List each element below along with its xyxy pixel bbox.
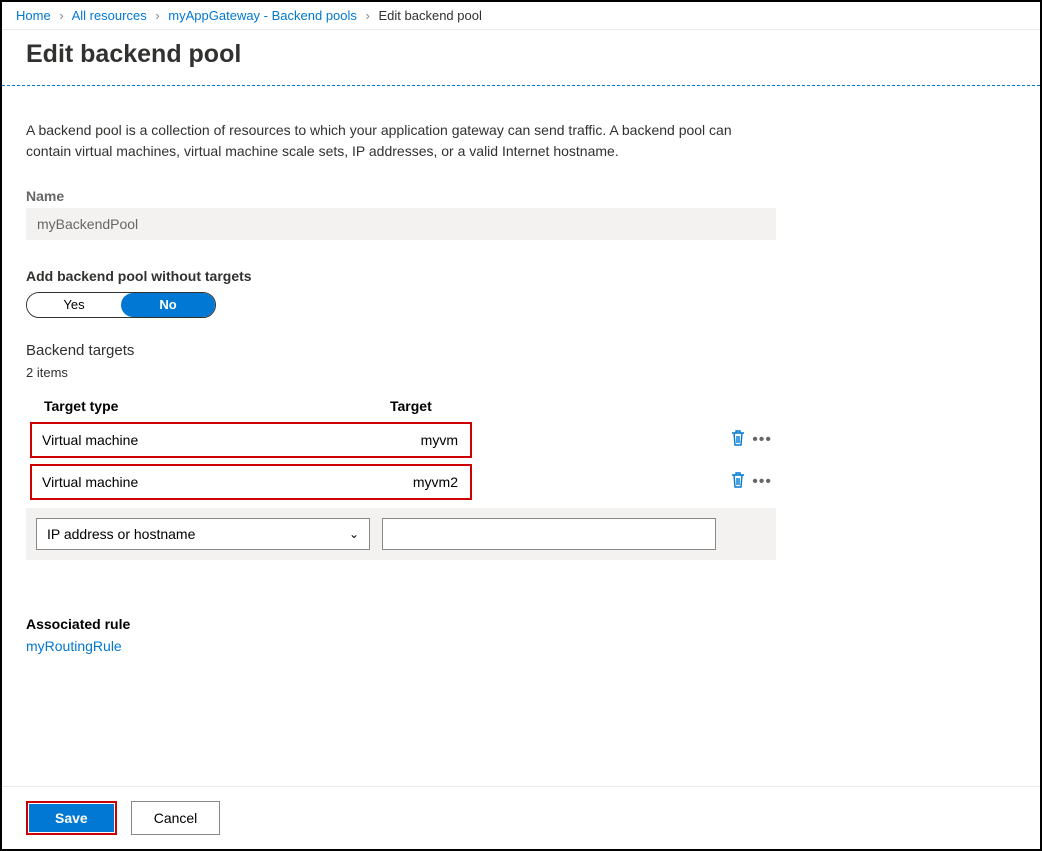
name-label: Name [26,188,1016,204]
new-target-row: IP address or hostname ⌄ [26,508,776,560]
breadcrumb-link-home[interactable]: Home [16,8,51,23]
cell-type: Virtual machine [42,474,388,490]
table-header: Target type Target [26,394,776,422]
table-row: Virtual machine myvm2 ••• [26,464,776,500]
target-type-select[interactable]: IP address or hostname ⌄ [36,518,370,550]
more-icon[interactable]: ••• [752,473,772,491]
table-row: Virtual machine myvm ••• [26,422,776,458]
delete-icon[interactable] [730,429,746,452]
associated-rule-link[interactable]: myRoutingRule [26,638,122,654]
page-title: Edit backend pool [2,30,1040,85]
target-row-highlight: Virtual machine myvm [30,422,472,458]
breadcrumb: Home › All resources › myAppGateway - Ba… [2,2,1040,30]
delete-icon[interactable] [730,471,746,494]
save-button[interactable]: Save [29,804,114,832]
col-target-type: Target type [44,398,390,414]
backend-targets-heading: Backend targets [26,342,1016,359]
chevron-right-icon: › [59,8,63,23]
without-targets-label: Add backend pool without targets [26,268,1016,284]
breadcrumb-current: Edit backend pool [379,8,482,23]
col-target: Target [390,398,776,414]
select-value: IP address or hostname [47,526,195,542]
more-icon[interactable]: ••• [752,431,772,449]
associated-rule-label: Associated rule [26,616,1016,632]
targets-table: Target type Target Virtual machine myvm … [26,394,776,560]
footer: Save Cancel [2,786,1040,849]
target-row-highlight: Virtual machine myvm2 [30,464,472,500]
save-highlight: Save [26,801,117,835]
cell-type: Virtual machine [42,432,388,448]
toggle-no[interactable]: No [121,293,215,317]
description-text: A backend pool is a collection of resour… [26,120,766,162]
chevron-right-icon: › [366,8,370,23]
breadcrumb-link-gateway[interactable]: myAppGateway - Backend pools [168,8,357,23]
without-targets-toggle[interactable]: Yes No [26,292,216,318]
cell-target: myvm [388,432,460,448]
chevron-right-icon: › [155,8,159,23]
name-input[interactable] [26,208,776,240]
breadcrumb-link-all-resources[interactable]: All resources [72,8,147,23]
chevron-down-icon: ⌄ [349,527,359,541]
item-count: 2 items [26,365,1016,380]
cell-target: myvm2 [388,474,460,490]
cancel-button[interactable]: Cancel [131,801,221,835]
target-value-input[interactable] [382,518,716,550]
toggle-yes[interactable]: Yes [27,293,121,317]
